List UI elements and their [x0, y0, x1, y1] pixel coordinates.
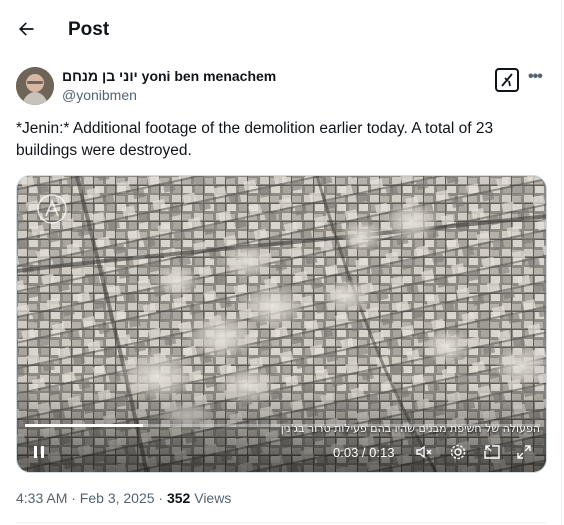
divider [16, 522, 546, 523]
author-display-name[interactable]: יוני בן מנחם yoni ben menachem [62, 68, 276, 84]
author-handle[interactable]: @yonibmen [62, 87, 137, 103]
grok-icon [501, 73, 513, 87]
settings-gear-icon[interactable] [449, 443, 467, 461]
picture-in-picture-icon[interactable] [483, 443, 501, 461]
video-progress-fill [25, 424, 144, 427]
avatar-photo [16, 67, 54, 105]
video-controls: 0:03 / 0:13 [17, 434, 546, 470]
more-options-button[interactable]: ••• [528, 68, 543, 86]
video-timecode: 0:03 / 0:13 [333, 445, 395, 460]
mute-icon[interactable] [415, 443, 433, 461]
grok-button[interactable] [495, 68, 519, 92]
video-player[interactable]: הפעולה של חשיפת מבנים שהיו בהם פעילות טר… [16, 175, 547, 473]
pause-icon[interactable] [31, 444, 47, 460]
page-title: Post [68, 19, 110, 40]
post-metadata: 4:33 AM · Feb 3, 2025 · 352 Views [16, 490, 231, 506]
post-detail-panel: Post יוני בן מנחם yoni ben menachem @yon… [0, 0, 562, 525]
arrow-left-icon [19, 22, 34, 36]
back-button[interactable] [12, 15, 40, 43]
more-dots-icon: ••• [528, 68, 543, 85]
tweet-text: *Jenin:* Additional footage of the demol… [16, 120, 494, 159]
post-timestamp[interactable]: 4:33 AM · Feb 3, 2025 · [16, 490, 167, 506]
views-count: 352 [166, 490, 191, 506]
fullscreen-icon[interactable] [515, 443, 533, 461]
idf-watermark-icon [37, 194, 67, 224]
author-avatar[interactable] [16, 67, 54, 105]
views-label: Views [190, 490, 232, 506]
post-header: Post [0, 0, 562, 60]
